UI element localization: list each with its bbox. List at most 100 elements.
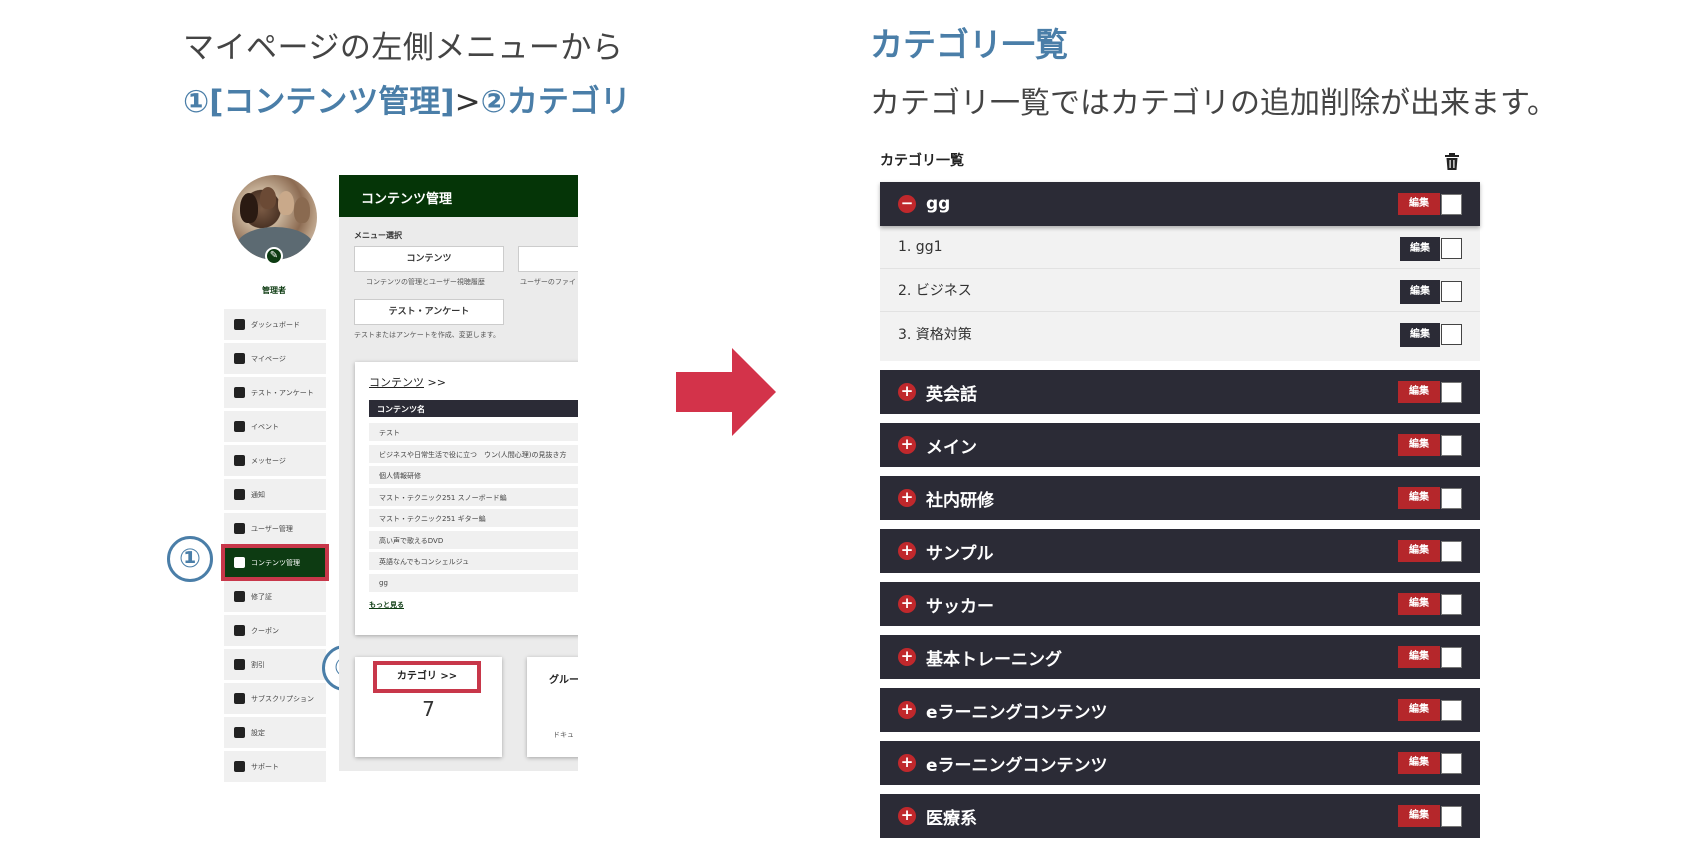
contents-row[interactable]: 高い声で歌えるDVD [369,530,578,549]
sidebar-item[interactable]: マイページ [224,343,326,374]
section-description: カテゴリ一覧ではカテゴリの追加削除が出来ます。 [870,86,1557,121]
select-checkbox[interactable] [1441,281,1462,302]
edit-button[interactable]: 編集 [1398,434,1440,456]
contents-row[interactable]: gg [369,573,578,592]
select-checkbox[interactable] [1441,435,1462,456]
category-name: サンプル [926,543,994,564]
category-row[interactable]: + 基本トレーニング 編集 [880,635,1480,679]
role-label: 管理者 [262,286,286,295]
sidebar-item[interactable]: クーポン [224,615,326,646]
category-name: 英会話 [926,384,977,405]
group-card: グルー ドキュ [527,657,578,757]
sidebar-item[interactable]: ユーザー管理 [224,513,326,544]
category-row[interactable]: + 社内研修 編集 [880,476,1480,520]
subcategory-name: 3. 資格対策 [898,326,972,343]
sidebar-item[interactable]: メッセージ [224,445,326,476]
sidebar-item[interactable]: サブスクリプション [224,683,326,714]
trash-icon[interactable] [1445,153,1459,170]
users-card-caption: ユーザーのファイ [520,278,576,286]
category-name: eラーニングコンテンツ [926,755,1108,776]
contents-card[interactable]: コンテンツ [354,246,504,272]
select-checkbox[interactable] [1441,647,1462,668]
subcategory-list: 1. gg1 編集 2. ビジネス 編集 3. 資格対策 編集 [880,226,1480,361]
edit-button[interactable]: 編集 [1398,487,1440,509]
sidebar-item-label: テスト・アンケート [251,388,314,397]
select-checkbox[interactable] [1441,194,1462,215]
select-checkbox[interactable] [1441,700,1462,721]
contents-row[interactable]: 英語なんでもコンシェルジュ [369,552,578,570]
category-row[interactable]: + サッカー 編集 [880,582,1480,626]
category-list: − gg 編集 1. gg1 編集 2. ビジネス 編集 3. 資格対策 編集 + 英会話編… [880,182,1480,844]
users-card[interactable] [518,246,578,272]
category-row[interactable]: + eラーニングコンテンツ 編集 [880,741,1480,785]
category-row[interactable]: + 英会話 編集 [880,370,1480,414]
sidebar-item[interactable]: テスト・アンケート [224,377,326,408]
edit-button[interactable]: 編集 [1398,193,1440,215]
sidebar-item[interactable]: 修了証 [224,581,326,612]
panel-header: コンテンツ管理 [339,175,578,217]
sidebar-item[interactable]: 割引 [224,649,326,680]
category-row[interactable]: + eラーニングコンテンツ 編集 [880,688,1480,732]
test-survey-card[interactable]: テスト・アンケート [354,299,504,325]
select-checkbox[interactable] [1441,806,1462,827]
sidebar-item-icon [234,387,245,398]
sidebar-item-label: メッセージ [251,456,286,465]
sidebar-item[interactable]: サポート [224,751,326,782]
select-checkbox[interactable] [1441,382,1462,403]
expand-icon[interactable]: + [898,754,916,772]
edit-button[interactable]: 編集 [1398,752,1440,774]
page: マイページの左側メニューから ①[コンテンツ管理]>②カテゴリ カテゴリ一覧 カ… [0,0,1706,844]
edit-button[interactable]: 編集 [1398,646,1440,668]
edit-button[interactable]: 編集 [1400,323,1440,347]
edit-button[interactable]: 編集 [1398,540,1440,562]
sidebar-item[interactable]: 通知 [224,479,326,510]
edit-button[interactable]: 編集 [1398,699,1440,721]
select-checkbox[interactable] [1441,324,1462,345]
expand-icon[interactable]: + [898,701,916,719]
content-management-panel: コンテンツ管理 メニュー選択 コンテンツ コンテンツの管理とユーザー視聴履歴 ユ… [339,175,578,771]
sidebar-item-label: 通知 [251,490,265,499]
category-row-open[interactable]: − gg 編集 [880,182,1480,226]
select-checkbox[interactable] [1441,238,1462,259]
expand-icon[interactable]: + [898,648,916,666]
sidebar-item[interactable]: 設定 [224,717,326,748]
sidebar-item[interactable]: イベント [224,411,326,442]
edit-button[interactable]: 編集 [1400,280,1440,304]
select-checkbox[interactable] [1441,753,1462,774]
subcategory-row[interactable]: 1. gg1 編集 [880,226,1480,269]
edit-button[interactable]: 編集 [1398,593,1440,615]
expand-icon[interactable]: + [898,436,916,454]
contents-box-title[interactable]: コンテンツ >> [369,374,578,390]
select-checkbox[interactable] [1441,541,1462,562]
category-link[interactable]: カテゴリ >> [373,661,481,693]
select-checkbox[interactable] [1441,594,1462,615]
select-checkbox[interactable] [1441,488,1462,509]
collapse-icon[interactable]: − [898,195,916,213]
edit-button[interactable]: 編集 [1398,381,1440,403]
sidebar-item[interactable]: コンテンツ管理 [221,544,329,581]
contents-row[interactable]: ビジネスや日常生活で役に立つ ウン(人間心理)の見抜き方 [369,444,578,463]
pencil-icon[interactable]: ✎ [265,247,283,265]
more-link[interactable]: もっと見る [369,600,578,610]
subcategory-row[interactable]: 2. ビジネス 編集 [880,269,1480,312]
expand-icon[interactable]: + [898,595,916,613]
sidebar-item-icon [234,727,245,738]
expand-icon[interactable]: + [898,807,916,825]
contents-row[interactable]: テスト [369,423,578,441]
contents-row[interactable]: マスト・テクニック251 スノーボード編 [369,487,578,506]
edit-button[interactable]: 編集 [1400,237,1440,261]
expand-icon[interactable]: + [898,542,916,560]
category-row[interactable]: + 医療系 編集 [880,794,1480,838]
category-name: メイン [926,437,977,458]
edit-button[interactable]: 編集 [1398,805,1440,827]
subcategory-row[interactable]: 3. 資格対策 編集 [880,312,1480,355]
sidebar-item[interactable]: ダッシュボード [224,309,326,340]
expand-icon[interactable]: + [898,489,916,507]
contents-row[interactable]: 個人情報研修 [369,466,578,484]
expand-icon[interactable]: + [898,383,916,401]
contents-row[interactable]: マスト・テクニック251 ギター編 [369,509,578,527]
contents-list: テストビジネスや日常生活で役に立つ ウン(人間心理)の見抜き方 個人情報研修 マスト… [369,423,578,592]
category-row[interactable]: + サンプル 編集 [880,529,1480,573]
category-row[interactable]: + メイン 編集 [880,423,1480,467]
group-link[interactable]: グルー [549,671,578,686]
